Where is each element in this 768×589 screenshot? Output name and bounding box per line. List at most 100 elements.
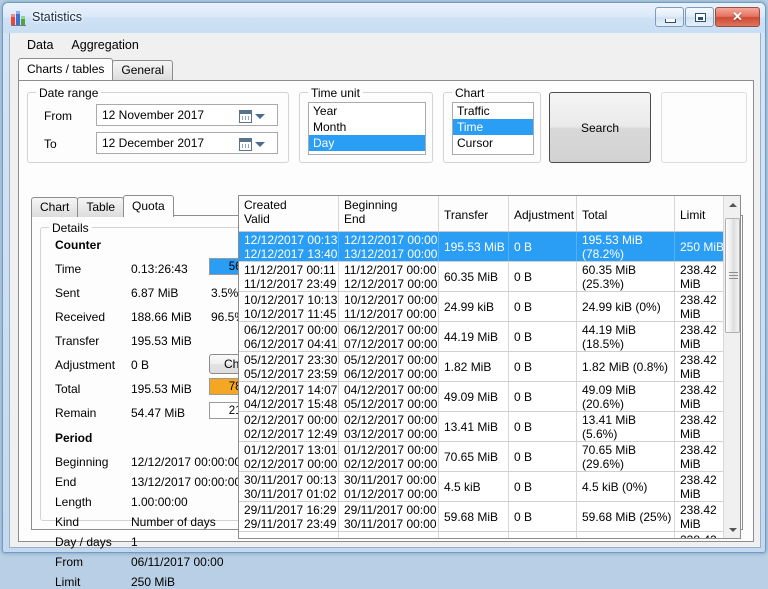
minimize-button[interactable]	[655, 7, 684, 27]
cell-line: 29/11/2017 00:00	[344, 503, 438, 517]
column-header-total[interactable]: Total	[577, 196, 675, 231]
table-row[interactable]: 01/12/2017 13:0102/12/2017 00:00 01/12/20…	[239, 442, 740, 472]
cell-line: 70.65 MiB	[444, 450, 508, 464]
period-label-day-days: Day / days	[55, 535, 112, 549]
cell-created-valid: 10/12/2017 10:1310/12/2017 11:45	[239, 292, 339, 321]
period-heading: Period	[55, 431, 92, 445]
cell-line: 01/12/2017 00:00	[344, 443, 438, 457]
cell-line: 0 B	[514, 510, 576, 524]
menu-item-aggregation[interactable]: Aggregation	[62, 35, 147, 55]
cell-line: 0 B	[514, 330, 576, 344]
cell-transfer: 70.65 MiB	[439, 442, 509, 471]
search-button[interactable]: Search	[549, 92, 651, 163]
table-vertical-scrollbar[interactable]	[723, 196, 740, 538]
table-row[interactable]: 29/11/2017 16:2929/11/2017 23:4929/11/20…	[239, 502, 740, 532]
cell-total: 44.19 MiB (18.5%)	[577, 322, 675, 351]
table-row[interactable]: 30/11/2017 00:1330/11/2017 01:0230/11/20…	[239, 472, 740, 502]
cell-line: 0 B	[514, 420, 576, 434]
cell-line: 05/12/2017 00:00	[344, 353, 438, 367]
column-header-adjustment[interactable]: Adjustment	[509, 196, 577, 231]
table-row[interactable]: 10/12/2017 10:1310/12/2017 11:4510/12/20…	[239, 292, 740, 322]
counter-label-adjustment: Adjustment	[55, 358, 115, 372]
cell-created-valid: 01/12/2017 13:0102/12/2017 00:00	[239, 442, 339, 471]
cell-line: 60.35 MiB	[444, 270, 508, 284]
tab-chart[interactable]: Chart	[31, 197, 78, 217]
table-row[interactable]: 05/12/2017 23:3005/12/2017 23:5905/12/20…	[239, 352, 740, 382]
time-unit-option-month[interactable]: Month	[309, 119, 425, 135]
to-label: To	[44, 137, 57, 151]
chart-listbox[interactable]: Traffic Time Cursor	[452, 102, 534, 155]
tab-table[interactable]: Table	[77, 197, 124, 217]
time-unit-option-year[interactable]: Year	[309, 103, 425, 119]
cell-line: 24.99 kiB (0%)	[582, 300, 674, 314]
tab-quota[interactable]: Quota	[123, 195, 174, 217]
cell-total: 195.53 MiB (78.2%)	[577, 232, 675, 261]
cell-line: 195.53 MiB	[444, 240, 508, 254]
column-header-line1: Adjustment	[514, 208, 574, 222]
period-value-beginning: 12/12/2017 00:00:00	[131, 455, 241, 469]
table-row[interactable]: 11/12/2017 00:1111/12/2017 23:4911/12/20…	[239, 262, 740, 292]
calendar-icon	[239, 138, 252, 151]
counter-value-adjustment: 0 B	[131, 358, 149, 372]
cell-line: 02/12/2017 00:00	[344, 413, 438, 427]
to-date-input[interactable]: 12 December 2017	[96, 132, 278, 154]
chart-option-time[interactable]: Time	[453, 119, 533, 135]
cell-adjustment: 0 B	[509, 382, 577, 411]
chart-option-traffic[interactable]: Traffic	[453, 103, 533, 119]
chart-option-cursor[interactable]: Cursor	[453, 135, 533, 151]
client-area: Data Aggregation Charts / tables General…	[9, 33, 761, 548]
column-header-beginning-end[interactable]: Beginning End	[339, 196, 439, 231]
cell-created-valid: 30/11/2017 00:1330/11/2017 01:02	[239, 472, 339, 501]
tab-general[interactable]: General	[112, 60, 173, 80]
menu-bar: Data Aggregation	[10, 33, 760, 57]
maximize-button[interactable]	[685, 7, 714, 27]
time-unit-listbox[interactable]: Year Month Day Hour	[308, 102, 426, 155]
period-label-length: Length	[55, 495, 92, 509]
scrollbar-grip-icon	[729, 272, 738, 280]
cell-created-valid: 28/11/2017 16:45	[239, 532, 339, 539]
cell-total: 59.68 MiB (25%)	[577, 502, 675, 531]
tab-charts-tables[interactable]: Charts / tables	[18, 58, 113, 80]
cell-beginning-end: 30/11/2017 00:0001/12/2017 00:00	[339, 472, 439, 501]
cell-line: 02/12/2017 00:00	[244, 457, 338, 471]
counter-value-sent: 6.87 MiB	[131, 286, 178, 300]
time-unit-option-hour[interactable]: Hour	[309, 151, 425, 155]
cell-line: 12/12/2017 00:13	[244, 233, 338, 247]
close-button[interactable]: ✕	[715, 7, 760, 27]
to-date-dropdown[interactable]	[239, 136, 273, 152]
counter-label-remain: Remain	[55, 406, 96, 420]
table-row[interactable]: 12/12/2017 00:1312/12/2017 13:4012/12/20…	[239, 232, 740, 262]
from-date-dropdown[interactable]	[239, 108, 273, 124]
period-value-limit: 250 MiB	[131, 575, 175, 589]
table-row[interactable]: 06/12/2017 00:0006/12/2017 04:4106/12/20…	[239, 322, 740, 352]
cell-line: 4.5 kiB (0%)	[582, 480, 674, 494]
quota-table[interactable]: Created Valid Beginning End Transfer Adj…	[238, 195, 741, 539]
scroll-down-button[interactable]	[724, 521, 741, 538]
details-group: Details Counter Time 0.13:26:43 56.0% Se…	[40, 227, 250, 521]
cell-adjustment: 0 B	[509, 232, 577, 261]
table-row[interactable]: 28/11/2017 16:4528/11/2017 00:001.18 MiB…	[239, 532, 740, 539]
cell-transfer: 24.99 kiB	[439, 292, 509, 321]
counter-value-received: 188.66 MiB	[131, 310, 192, 324]
cell-total: 1.82 MiB (0.8%)	[577, 352, 675, 381]
scroll-up-button[interactable]	[724, 196, 741, 213]
time-unit-option-day[interactable]: Day	[309, 135, 425, 151]
period-value-kind: Number of days	[131, 515, 216, 529]
cell-transfer: 13.41 MiB	[439, 412, 509, 441]
period-label-limit: Limit	[55, 575, 80, 589]
menu-item-data[interactable]: Data	[18, 35, 62, 55]
cell-adjustment: 0 B	[509, 322, 577, 351]
cell-total: 49.09 MiB (20.6%)	[577, 382, 675, 411]
cell-line: 0 B	[514, 240, 576, 254]
cell-line: 29/11/2017 16:29	[244, 503, 338, 517]
cell-transfer: 44.19 MiB	[439, 322, 509, 351]
table-row[interactable]: 04/12/2017 14:0704/12/2017 15:4804/12/20…	[239, 382, 740, 412]
column-header-created-valid[interactable]: Created Valid	[239, 196, 339, 231]
column-header-transfer[interactable]: Transfer	[439, 196, 509, 231]
cell-line: 02/12/2017 00:00	[244, 413, 338, 427]
table-row[interactable]: 02/12/2017 00:0002/12/2017 12:4902/12/20…	[239, 412, 740, 442]
scrollbar-thumb[interactable]	[725, 218, 740, 333]
from-date-input[interactable]: 12 November 2017	[96, 104, 278, 126]
cell-beginning-end: 06/12/2017 00:0007/12/2017 00:00	[339, 322, 439, 351]
cell-line: 49.09 MiB (20.6%)	[582, 383, 674, 411]
